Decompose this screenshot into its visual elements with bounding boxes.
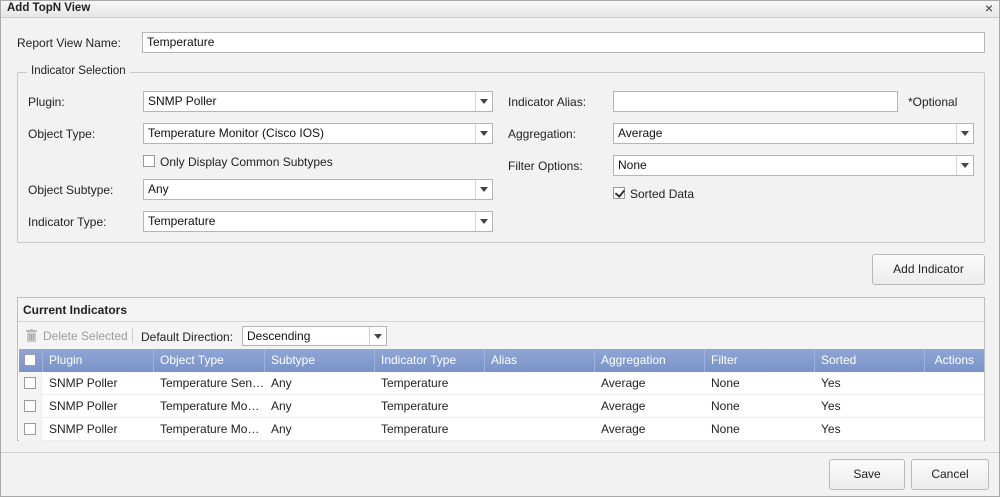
- cell-aggregation: Average: [601, 376, 646, 390]
- default-direction-select[interactable]: Descending: [242, 326, 387, 346]
- indicator-selection-legend: Indicator Selection: [27, 65, 130, 77]
- plugin-select[interactable]: SNMP Poller: [143, 91, 493, 112]
- aggregation-label: Aggregation:: [508, 127, 577, 141]
- indicators-grid-header: Plugin Object Type Subtype Indicator Typ…: [19, 349, 984, 372]
- row-checkbox-cell: [19, 395, 42, 418]
- chevron-down-icon[interactable]: [369, 327, 386, 345]
- chevron-down-icon[interactable]: [475, 92, 492, 111]
- filter-options-label: Filter Options:: [508, 159, 583, 173]
- footer-divider: [1, 452, 999, 453]
- column-header-alias[interactable]: Alias: [485, 349, 595, 372]
- table-row[interactable]: SNMP Poller Temperature Moni... Any Temp…: [19, 395, 984, 418]
- plugin-label: Plugin:: [28, 95, 65, 109]
- chevron-down-icon[interactable]: [956, 156, 973, 175]
- cell-alias: [485, 395, 595, 418]
- add-topn-view-dialog: Add TopN View × Report View Name: Temper…: [0, 0, 1000, 497]
- row-checkbox-cell: [19, 372, 42, 395]
- column-header-subtype[interactable]: Subtype: [265, 349, 375, 372]
- sorted-data-checkbox[interactable]: [613, 187, 625, 199]
- cell-aggregation: Average: [601, 399, 646, 413]
- aggregation-value: Average: [618, 126, 663, 140]
- only-common-subtypes-checkbox[interactable]: [143, 155, 155, 167]
- toolbar-separator: [132, 328, 133, 343]
- cell-subtype: Any: [271, 376, 292, 390]
- report-view-name-label: Report View Name:: [17, 36, 121, 50]
- cell-object-type: Temperature Moni...: [160, 422, 265, 436]
- filter-options-value: None: [618, 158, 647, 172]
- column-header-plugin[interactable]: Plugin: [43, 349, 154, 372]
- add-indicator-button[interactable]: Add Indicator: [872, 254, 985, 285]
- only-common-subtypes-label: Only Display Common Subtypes: [160, 155, 333, 169]
- cell-object-type: Temperature Moni...: [160, 399, 265, 413]
- cell-filter: None: [711, 376, 740, 390]
- cell-alias: [485, 372, 595, 395]
- plugin-value: SNMP Poller: [148, 94, 217, 108]
- cell-alias: [485, 418, 595, 441]
- column-header-actions: Actions: [934, 353, 974, 367]
- indicator-type-label: Indicator Type:: [28, 215, 107, 229]
- indicators-toolbar: Delete Selected Default Direction: Desce…: [18, 322, 984, 349]
- table-row[interactable]: SNMP Poller Temperature Sensor Any Tempe…: [19, 372, 984, 395]
- object-type-label: Object Type:: [28, 127, 96, 141]
- cell-plugin: SNMP Poller: [49, 422, 118, 436]
- dialog-titlebar[interactable]: Add TopN View ×: [1, 0, 999, 18]
- optional-hint: *Optional: [908, 95, 958, 109]
- sorted-data-label: Sorted Data: [630, 187, 695, 201]
- cell-indicator-type: Temperature: [381, 399, 449, 413]
- filter-options-select[interactable]: None: [613, 155, 974, 176]
- cell-object-type: Temperature Sensor: [160, 376, 265, 390]
- cell-sorted: Yes: [821, 399, 841, 413]
- cell-plugin: SNMP Poller: [49, 376, 118, 390]
- current-indicators-panel: Current Indicators Delete Selected Defau…: [17, 297, 985, 441]
- chevron-down-icon[interactable]: [475, 212, 492, 231]
- column-header-indicator-type[interactable]: Indicator Type: [375, 349, 485, 372]
- row-checkbox[interactable]: [24, 423, 36, 435]
- column-header-object-type[interactable]: Object Type: [154, 349, 265, 372]
- cell-sorted: Yes: [821, 376, 841, 390]
- chevron-down-icon[interactable]: [475, 180, 492, 199]
- indicator-alias-input[interactable]: [613, 91, 898, 112]
- cell-subtype: Any: [271, 399, 292, 413]
- current-indicators-title: Current Indicators: [18, 298, 984, 322]
- object-type-select[interactable]: Temperature Monitor (Cisco IOS): [143, 123, 493, 144]
- select-all-checkbox[interactable]: [24, 354, 36, 366]
- object-subtype-value: Any: [148, 182, 169, 196]
- default-direction-label: Default Direction:: [141, 330, 234, 344]
- report-view-name-input[interactable]: Temperature: [142, 32, 985, 53]
- cancel-button[interactable]: Cancel: [911, 459, 989, 490]
- save-button[interactable]: Save: [829, 459, 905, 490]
- select-all-cell: [19, 349, 43, 372]
- object-subtype-select[interactable]: Any: [143, 179, 493, 200]
- column-header-filter[interactable]: Filter: [705, 349, 815, 372]
- default-direction-value: Descending: [247, 329, 311, 343]
- row-checkbox[interactable]: [24, 400, 36, 412]
- row-checkbox[interactable]: [24, 377, 36, 389]
- column-header-sorted[interactable]: Sorted: [815, 349, 925, 372]
- chevron-down-icon[interactable]: [475, 124, 492, 143]
- aggregation-select[interactable]: Average: [613, 123, 974, 144]
- chevron-down-icon[interactable]: [956, 124, 973, 143]
- column-header-aggregation[interactable]: Aggregation: [595, 349, 705, 372]
- cell-indicator-type: Temperature: [381, 422, 449, 436]
- cell-filter: None: [711, 399, 740, 413]
- row-checkbox-cell: [19, 418, 42, 441]
- close-icon[interactable]: ×: [985, 0, 993, 16]
- cell-subtype: Any: [271, 422, 292, 436]
- cell-sorted: Yes: [821, 422, 841, 436]
- cell-filter: None: [711, 422, 740, 436]
- dialog-title: Add TopN View: [7, 2, 91, 14]
- indicator-type-value: Temperature: [148, 214, 216, 228]
- table-row[interactable]: SNMP Poller Temperature Moni... Any Temp…: [19, 418, 984, 441]
- object-subtype-label: Object Subtype:: [28, 183, 114, 197]
- object-type-value: Temperature Monitor (Cisco IOS): [148, 126, 325, 140]
- indicator-type-select[interactable]: Temperature: [143, 211, 493, 232]
- indicator-alias-label: Indicator Alias:: [508, 95, 587, 109]
- cell-indicator-type: Temperature: [381, 376, 449, 390]
- cell-aggregation: Average: [601, 422, 646, 436]
- delete-selected-button[interactable]: Delete Selected: [43, 329, 128, 343]
- trash-icon[interactable]: [26, 329, 37, 342]
- cell-plugin: SNMP Poller: [49, 399, 118, 413]
